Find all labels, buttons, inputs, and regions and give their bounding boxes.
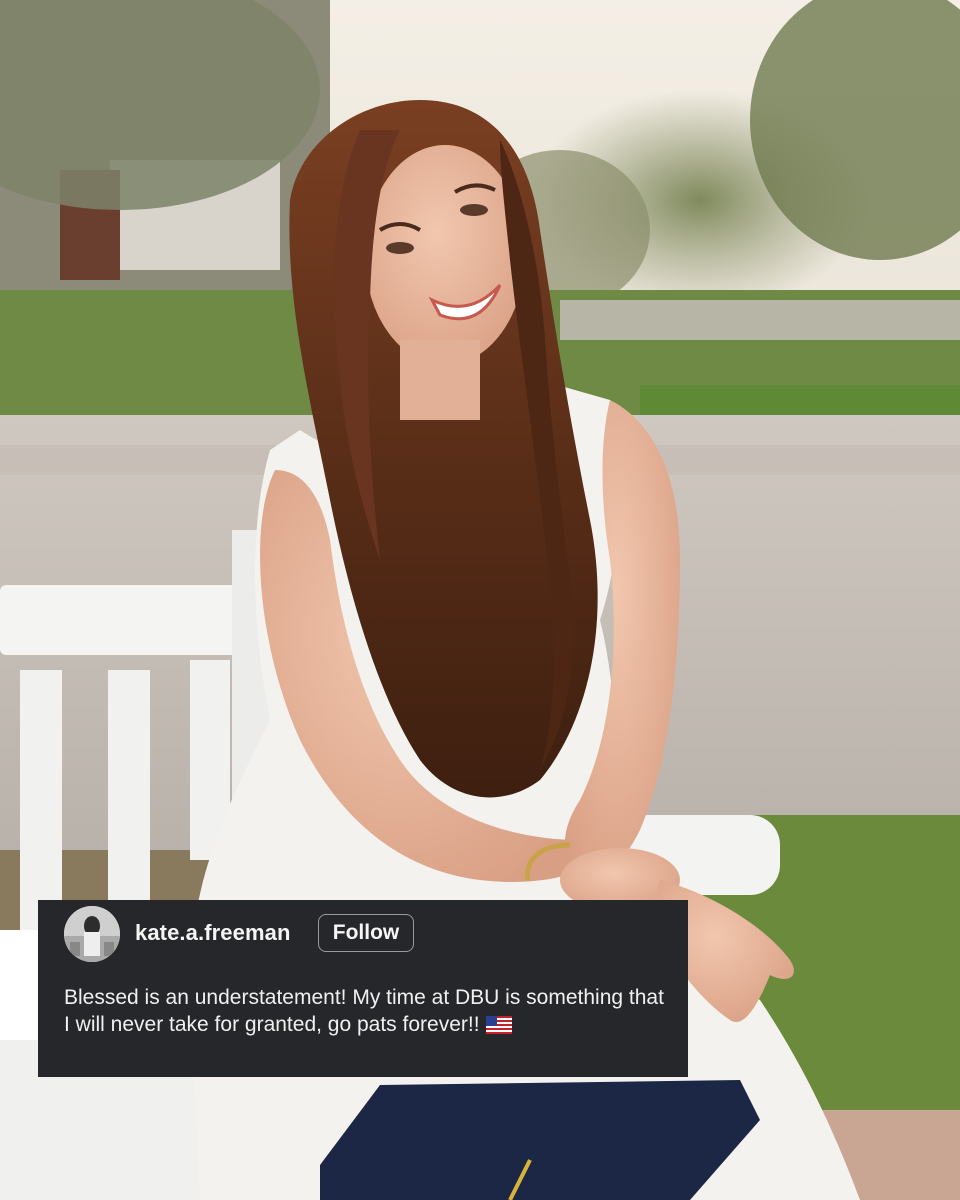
us-flag-icon [485, 1014, 512, 1041]
avatar[interactable] [64, 906, 120, 962]
caption-text: Blessed is an understatement! My time at… [64, 986, 664, 1036]
profile-photo-icon [64, 906, 120, 962]
post-caption: Blessed is an understatement! My time at… [64, 984, 674, 1041]
post-caption-card: kate.a.freeman Follow Blessed is an unde… [38, 900, 688, 1077]
username[interactable]: kate.a.freeman [135, 920, 291, 946]
follow-button[interactable]: Follow [318, 914, 414, 952]
